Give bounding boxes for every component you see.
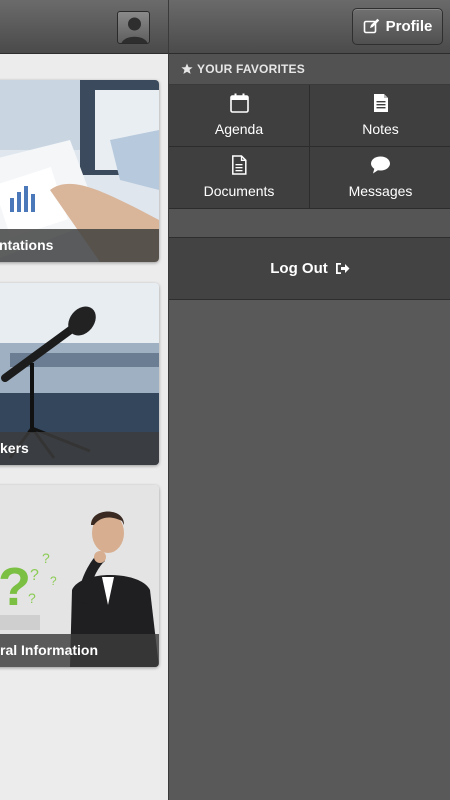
avatar[interactable] (117, 11, 150, 44)
logout-label: Log Out (270, 260, 328, 277)
favorite-label: Notes (362, 121, 399, 137)
sign-out-icon (335, 263, 350, 274)
tile-label: ral Information (0, 634, 159, 667)
logout-button[interactable]: Log Out (169, 238, 450, 300)
star-icon (181, 63, 193, 74)
profile-button[interactable]: Profile (352, 8, 443, 45)
svg-text:?: ? (28, 590, 36, 606)
favorite-documents[interactable]: Documents (169, 147, 310, 209)
drawer-header: Profile (169, 0, 450, 54)
tile-speakers[interactable]: kers (0, 283, 159, 465)
favorites-heading: YOUR FAVORITES (169, 54, 450, 85)
chat-bubble-icon (371, 156, 390, 174)
favorite-notes[interactable]: Notes (310, 85, 450, 147)
svg-text:?: ? (30, 567, 39, 584)
favorite-agenda[interactable]: Agenda (169, 85, 310, 147)
notes-icon (373, 94, 388, 112)
favorites-heading-text: YOUR FAVORITES (197, 62, 305, 76)
edit-icon (363, 18, 379, 34)
user-silhouette-icon (121, 17, 148, 43)
document-icon (232, 155, 247, 175)
tile-label: ntations (0, 229, 159, 262)
main-header (0, 0, 168, 54)
svg-text:?: ? (42, 550, 50, 566)
svg-text:?: ? (50, 574, 57, 588)
favorite-label: Agenda (214, 121, 264, 137)
favorite-label: Documents (203, 183, 275, 199)
profile-label: Profile (385, 18, 433, 35)
tile-general-information[interactable]: ? ? ? ? ? ral Information (0, 485, 159, 667)
calendar-icon (229, 93, 249, 113)
favorite-messages[interactable]: Messages (310, 147, 450, 209)
svg-text:?: ? (0, 557, 31, 617)
tile-presentations[interactable]: ntations (0, 80, 159, 262)
drawer-divider (169, 209, 450, 238)
side-drawer: Profile YOUR FAVORITES Agenda Notes Docu… (168, 0, 450, 800)
tile-label: kers (0, 432, 159, 465)
main-content: ntations kers ? ? ? ? ? ral Information (0, 0, 168, 800)
favorite-label: Messages (348, 183, 413, 199)
